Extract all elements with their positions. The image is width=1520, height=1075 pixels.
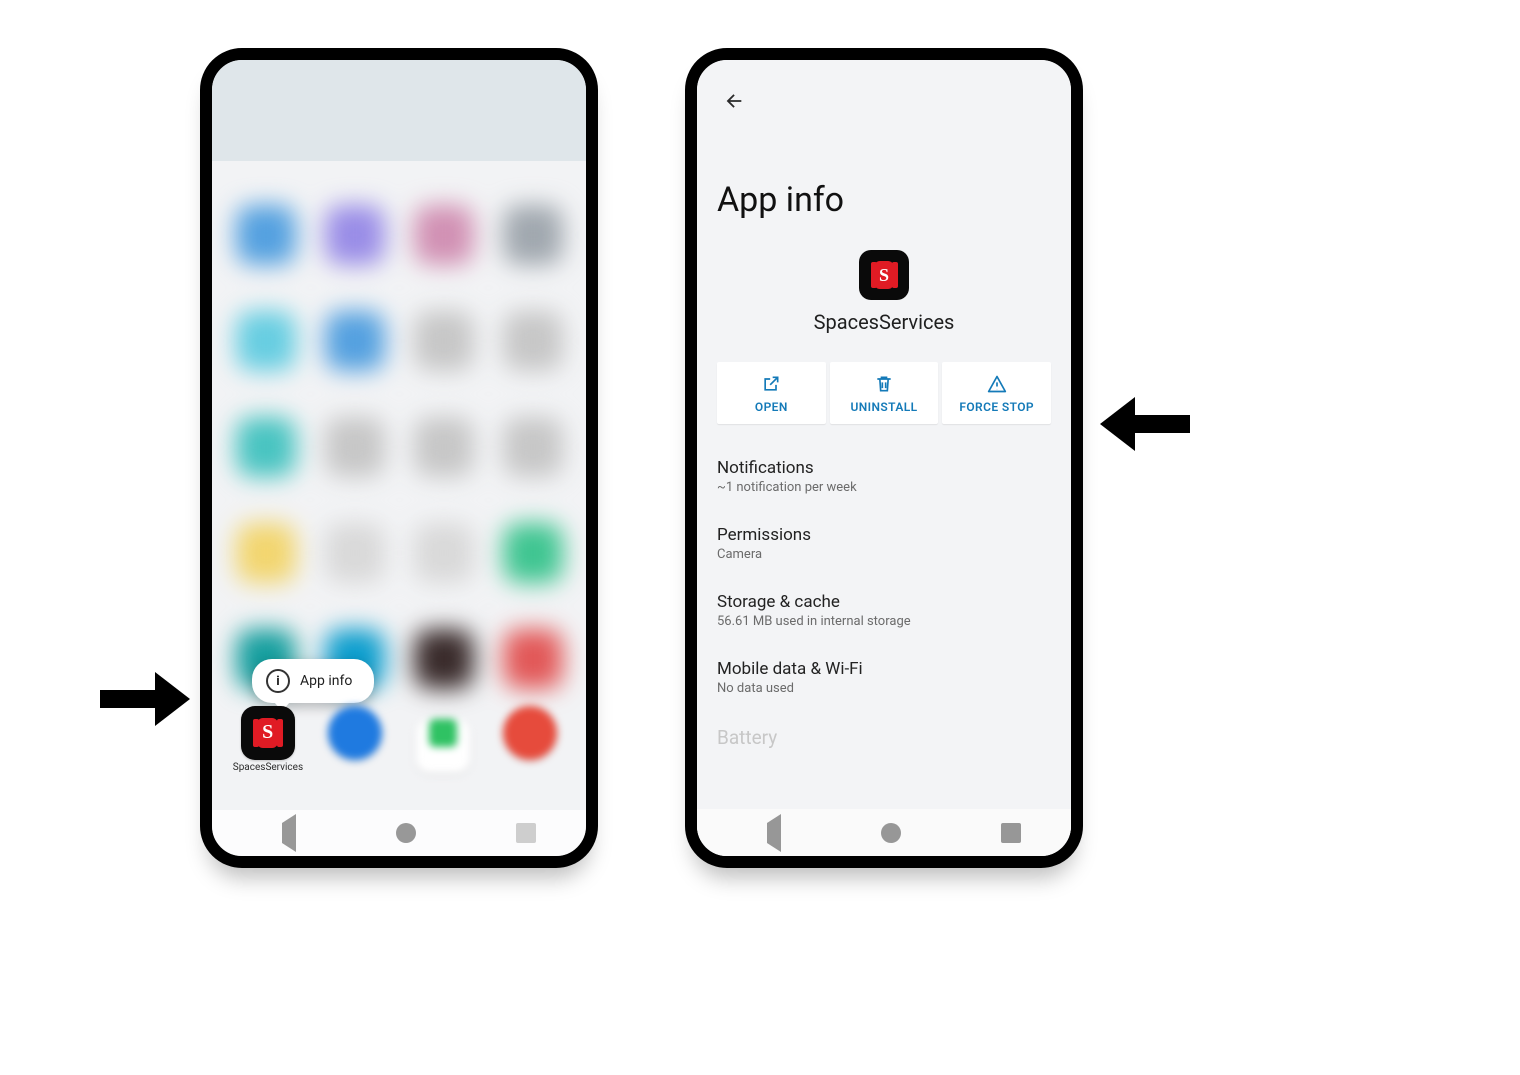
- phone-launcher: i App info S SpacesServices: [200, 48, 598, 868]
- blurred-app-icon: [236, 417, 296, 477]
- blurred-app-icon: [236, 311, 296, 371]
- settings-list: Notifications ~1 notification per week Per…: [717, 442, 1051, 765]
- info-icon: i: [266, 669, 290, 693]
- blurred-app-icon: [414, 417, 474, 477]
- setting-item-title: Mobile data & Wi-Fi: [717, 659, 1051, 679]
- setting-item-title: Permissions: [717, 525, 1051, 545]
- spacesservices-icon: S: [241, 706, 295, 760]
- spacesservices-icon: S: [859, 250, 909, 300]
- setting-item-permissions[interactable]: Permissions Camera: [717, 509, 1051, 576]
- blurred-app-icon: [236, 205, 296, 265]
- blurred-app-icon: [325, 417, 385, 477]
- nav-recents-icon[interactable]: [1001, 823, 1021, 843]
- nav-home-icon[interactable]: [396, 823, 416, 843]
- app-name: SpacesServices: [717, 310, 1051, 334]
- setting-item-subtitle: Camera: [717, 547, 1051, 562]
- page-title: App info: [717, 180, 1051, 220]
- blurred-app-icon: [503, 417, 563, 477]
- app-info-popup[interactable]: i App info: [252, 659, 374, 703]
- callout-arrow-right: [1100, 397, 1190, 451]
- dock-app-blurred: [320, 706, 390, 786]
- arrow-left-icon: [723, 90, 745, 112]
- nav-back-icon[interactable]: [262, 814, 296, 852]
- setting-item-title: Storage & cache: [717, 592, 1051, 612]
- warning-icon: [987, 374, 1007, 394]
- setting-item-battery[interactable]: Battery: [717, 710, 1051, 765]
- open-button-label: OPEN: [755, 400, 788, 414]
- blurred-app-icon: [414, 311, 474, 371]
- app-info-popup-label: App info: [300, 673, 352, 689]
- app-header: S SpacesServices: [717, 250, 1051, 334]
- trash-icon: [874, 374, 894, 394]
- blurred-app-icon: [414, 205, 474, 265]
- force-stop-button[interactable]: FORCE STOP: [942, 362, 1051, 424]
- setting-item-subtitle: ~1 notification per week: [717, 480, 1051, 495]
- setting-item-subtitle: No data used: [717, 681, 1051, 696]
- blurred-app-icon: [503, 205, 563, 265]
- dock-app-blurred: [495, 706, 565, 786]
- setting-item-subtitle: 56.61 MB used in internal storage: [717, 614, 1051, 629]
- phone-app-info: App info S SpacesServices: [685, 48, 1083, 868]
- setting-item-notifications[interactable]: Notifications ~1 notification per week: [717, 442, 1051, 509]
- app-spacesservices[interactable]: S SpacesServices: [233, 706, 303, 786]
- blurred-app-icon: [414, 523, 474, 583]
- android-navbar: [697, 809, 1071, 856]
- blurred-app-icon: [503, 523, 563, 583]
- back-button[interactable]: [723, 90, 745, 117]
- blurred-app-icon: [503, 629, 563, 689]
- uninstall-button-label: UNINSTALL: [851, 400, 918, 414]
- setting-item-storage-cache[interactable]: Storage & cache 56.61 MB used in internal…: [717, 576, 1051, 643]
- blurred-app-icon: [325, 523, 385, 583]
- nav-home-icon[interactable]: [881, 823, 901, 843]
- setting-item-title: Notifications: [717, 458, 1051, 478]
- open-icon: [761, 374, 781, 394]
- setting-item-mobile-data-wi-fi[interactable]: Mobile data & Wi-Fi No data used: [717, 643, 1051, 710]
- app-label: SpacesServices: [233, 762, 303, 773]
- blurred-app-icon: [503, 311, 563, 371]
- dock-app-blurred: [408, 706, 478, 786]
- setting-item-title: Battery: [717, 726, 1051, 749]
- uninstall-button[interactable]: UNINSTALL: [830, 362, 939, 424]
- android-navbar: [212, 810, 586, 856]
- blurred-app-icon: [325, 205, 385, 265]
- action-row: OPEN UNINSTALL FORCE STOP: [717, 362, 1051, 424]
- blurred-app-icon: [325, 311, 385, 371]
- blurred-app-icon: [414, 629, 474, 689]
- nav-back-icon[interactable]: [747, 814, 781, 852]
- open-button[interactable]: OPEN: [717, 362, 826, 424]
- dock-row: S SpacesServices: [212, 706, 586, 786]
- blurred-app-icon: [236, 523, 296, 583]
- force-stop-button-label: FORCE STOP: [959, 400, 1034, 414]
- callout-arrow-left: [100, 672, 190, 726]
- nav-recents-icon[interactable]: [516, 823, 536, 843]
